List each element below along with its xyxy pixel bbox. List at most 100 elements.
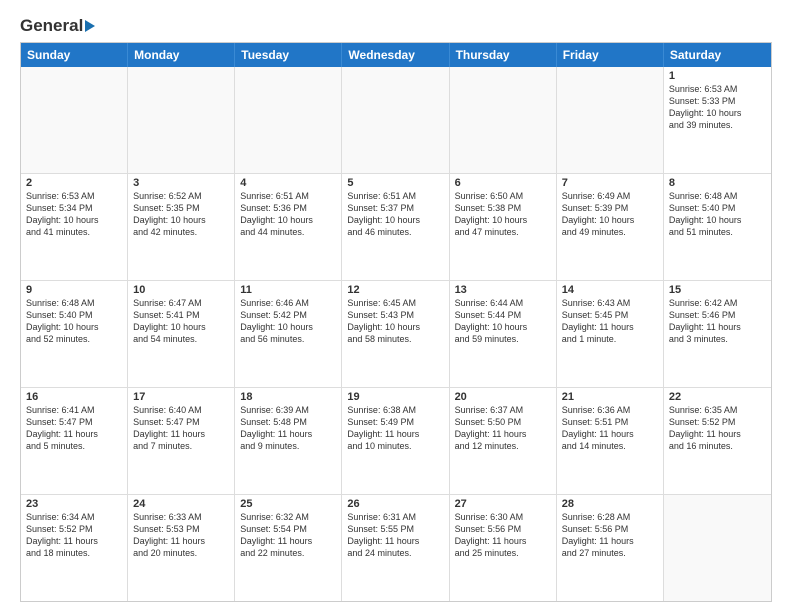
calendar-cell: 8Sunrise: 6:48 AM Sunset: 5:40 PM Daylig… <box>664 174 771 280</box>
day-number: 3 <box>133 177 229 189</box>
header-day-wednesday: Wednesday <box>342 43 449 67</box>
day-number: 12 <box>347 284 443 296</box>
cell-info: Sunrise: 6:39 AM Sunset: 5:48 PM Dayligh… <box>240 404 336 453</box>
calendar-cell: 28Sunrise: 6:28 AM Sunset: 5:56 PM Dayli… <box>557 495 664 601</box>
cell-info: Sunrise: 6:33 AM Sunset: 5:53 PM Dayligh… <box>133 511 229 560</box>
cell-info: Sunrise: 6:43 AM Sunset: 5:45 PM Dayligh… <box>562 297 658 346</box>
cell-info: Sunrise: 6:51 AM Sunset: 5:36 PM Dayligh… <box>240 190 336 239</box>
logo-general-text: General <box>20 16 83 36</box>
cell-info: Sunrise: 6:51 AM Sunset: 5:37 PM Dayligh… <box>347 190 443 239</box>
cell-info: Sunrise: 6:32 AM Sunset: 5:54 PM Dayligh… <box>240 511 336 560</box>
day-number: 25 <box>240 498 336 510</box>
cell-info: Sunrise: 6:38 AM Sunset: 5:49 PM Dayligh… <box>347 404 443 453</box>
calendar-cell: 16Sunrise: 6:41 AM Sunset: 5:47 PM Dayli… <box>21 388 128 494</box>
calendar-cell <box>21 67 128 173</box>
calendar-cell: 17Sunrise: 6:40 AM Sunset: 5:47 PM Dayli… <box>128 388 235 494</box>
calendar-cell: 2Sunrise: 6:53 AM Sunset: 5:34 PM Daylig… <box>21 174 128 280</box>
header: General <box>20 16 772 34</box>
calendar: SundayMondayTuesdayWednesdayThursdayFrid… <box>20 42 772 602</box>
cell-info: Sunrise: 6:40 AM Sunset: 5:47 PM Dayligh… <box>133 404 229 453</box>
day-number: 8 <box>669 177 766 189</box>
day-number: 21 <box>562 391 658 403</box>
day-number: 7 <box>562 177 658 189</box>
header-day-thursday: Thursday <box>450 43 557 67</box>
day-number: 10 <box>133 284 229 296</box>
calendar-cell: 3Sunrise: 6:52 AM Sunset: 5:35 PM Daylig… <box>128 174 235 280</box>
calendar-header: SundayMondayTuesdayWednesdayThursdayFrid… <box>21 43 771 67</box>
day-number: 27 <box>455 498 551 510</box>
calendar-row-2: 9Sunrise: 6:48 AM Sunset: 5:40 PM Daylig… <box>21 281 771 388</box>
day-number: 5 <box>347 177 443 189</box>
cell-info: Sunrise: 6:47 AM Sunset: 5:41 PM Dayligh… <box>133 297 229 346</box>
day-number: 6 <box>455 177 551 189</box>
cell-info: Sunrise: 6:46 AM Sunset: 5:42 PM Dayligh… <box>240 297 336 346</box>
day-number: 13 <box>455 284 551 296</box>
calendar-cell: 26Sunrise: 6:31 AM Sunset: 5:55 PM Dayli… <box>342 495 449 601</box>
day-number: 20 <box>455 391 551 403</box>
calendar-cell: 25Sunrise: 6:32 AM Sunset: 5:54 PM Dayli… <box>235 495 342 601</box>
day-number: 23 <box>26 498 122 510</box>
cell-info: Sunrise: 6:48 AM Sunset: 5:40 PM Dayligh… <box>669 190 766 239</box>
cell-info: Sunrise: 6:42 AM Sunset: 5:46 PM Dayligh… <box>669 297 766 346</box>
page: General SundayMondayTuesdayWednesdayThur… <box>0 0 792 612</box>
calendar-cell: 12Sunrise: 6:45 AM Sunset: 5:43 PM Dayli… <box>342 281 449 387</box>
calendar-cell <box>664 495 771 601</box>
day-number: 11 <box>240 284 336 296</box>
day-number: 17 <box>133 391 229 403</box>
calendar-row-1: 2Sunrise: 6:53 AM Sunset: 5:34 PM Daylig… <box>21 174 771 281</box>
day-number: 14 <box>562 284 658 296</box>
cell-info: Sunrise: 6:30 AM Sunset: 5:56 PM Dayligh… <box>455 511 551 560</box>
cell-info: Sunrise: 6:28 AM Sunset: 5:56 PM Dayligh… <box>562 511 658 560</box>
day-number: 15 <box>669 284 766 296</box>
calendar-cell: 23Sunrise: 6:34 AM Sunset: 5:52 PM Dayli… <box>21 495 128 601</box>
day-number: 2 <box>26 177 122 189</box>
calendar-cell <box>128 67 235 173</box>
calendar-cell: 6Sunrise: 6:50 AM Sunset: 5:38 PM Daylig… <box>450 174 557 280</box>
calendar-cell: 19Sunrise: 6:38 AM Sunset: 5:49 PM Dayli… <box>342 388 449 494</box>
cell-info: Sunrise: 6:50 AM Sunset: 5:38 PM Dayligh… <box>455 190 551 239</box>
calendar-cell: 4Sunrise: 6:51 AM Sunset: 5:36 PM Daylig… <box>235 174 342 280</box>
cell-info: Sunrise: 6:52 AM Sunset: 5:35 PM Dayligh… <box>133 190 229 239</box>
header-day-saturday: Saturday <box>664 43 771 67</box>
cell-info: Sunrise: 6:45 AM Sunset: 5:43 PM Dayligh… <box>347 297 443 346</box>
calendar-cell <box>557 67 664 173</box>
header-day-sunday: Sunday <box>21 43 128 67</box>
day-number: 19 <box>347 391 443 403</box>
calendar-cell: 24Sunrise: 6:33 AM Sunset: 5:53 PM Dayli… <box>128 495 235 601</box>
calendar-cell <box>450 67 557 173</box>
logo-row1: General <box>20 16 95 36</box>
cell-info: Sunrise: 6:35 AM Sunset: 5:52 PM Dayligh… <box>669 404 766 453</box>
cell-info: Sunrise: 6:41 AM Sunset: 5:47 PM Dayligh… <box>26 404 122 453</box>
cell-info: Sunrise: 6:49 AM Sunset: 5:39 PM Dayligh… <box>562 190 658 239</box>
logo-arrow-icon <box>85 20 95 32</box>
calendar-cell: 15Sunrise: 6:42 AM Sunset: 5:46 PM Dayli… <box>664 281 771 387</box>
calendar-row-0: 1Sunrise: 6:53 AM Sunset: 5:33 PM Daylig… <box>21 67 771 174</box>
day-number: 24 <box>133 498 229 510</box>
calendar-cell: 27Sunrise: 6:30 AM Sunset: 5:56 PM Dayli… <box>450 495 557 601</box>
logo: General <box>20 16 95 34</box>
cell-info: Sunrise: 6:36 AM Sunset: 5:51 PM Dayligh… <box>562 404 658 453</box>
calendar-body: 1Sunrise: 6:53 AM Sunset: 5:33 PM Daylig… <box>21 67 771 601</box>
calendar-cell: 5Sunrise: 6:51 AM Sunset: 5:37 PM Daylig… <box>342 174 449 280</box>
calendar-row-4: 23Sunrise: 6:34 AM Sunset: 5:52 PM Dayli… <box>21 495 771 601</box>
cell-info: Sunrise: 6:31 AM Sunset: 5:55 PM Dayligh… <box>347 511 443 560</box>
header-day-friday: Friday <box>557 43 664 67</box>
day-number: 9 <box>26 284 122 296</box>
calendar-cell <box>235 67 342 173</box>
cell-info: Sunrise: 6:44 AM Sunset: 5:44 PM Dayligh… <box>455 297 551 346</box>
day-number: 26 <box>347 498 443 510</box>
cell-info: Sunrise: 6:53 AM Sunset: 5:34 PM Dayligh… <box>26 190 122 239</box>
header-day-tuesday: Tuesday <box>235 43 342 67</box>
calendar-cell: 18Sunrise: 6:39 AM Sunset: 5:48 PM Dayli… <box>235 388 342 494</box>
calendar-cell: 21Sunrise: 6:36 AM Sunset: 5:51 PM Dayli… <box>557 388 664 494</box>
day-number: 28 <box>562 498 658 510</box>
day-number: 16 <box>26 391 122 403</box>
calendar-cell: 9Sunrise: 6:48 AM Sunset: 5:40 PM Daylig… <box>21 281 128 387</box>
day-number: 18 <box>240 391 336 403</box>
calendar-cell: 7Sunrise: 6:49 AM Sunset: 5:39 PM Daylig… <box>557 174 664 280</box>
day-number: 4 <box>240 177 336 189</box>
cell-info: Sunrise: 6:34 AM Sunset: 5:52 PM Dayligh… <box>26 511 122 560</box>
calendar-row-3: 16Sunrise: 6:41 AM Sunset: 5:47 PM Dayli… <box>21 388 771 495</box>
calendar-cell: 20Sunrise: 6:37 AM Sunset: 5:50 PM Dayli… <box>450 388 557 494</box>
calendar-cell: 11Sunrise: 6:46 AM Sunset: 5:42 PM Dayli… <box>235 281 342 387</box>
